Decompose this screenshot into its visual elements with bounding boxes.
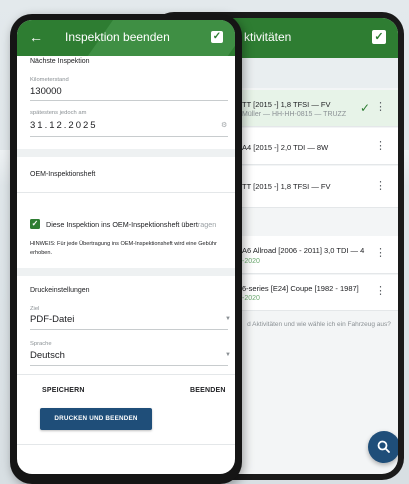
vehicle-subtitle: -2020: [242, 258, 260, 265]
mileage-field[interactable]: 130000: [30, 86, 62, 97]
target-label: Ziel: [30, 306, 40, 312]
oem-checkbox-label[interactable]: Diese Inspektion ins OEM-Inspektionsheft…: [46, 220, 216, 229]
print-and-finish-button[interactable]: DRUCKEN UND BEENDEN: [40, 408, 152, 430]
chevron-down-icon[interactable]: ▼: [225, 316, 231, 322]
check-square-icon[interactable]: ✓: [211, 31, 223, 43]
oem-checkbox[interactable]: ✓: [30, 219, 40, 229]
vehicle-title: A6 Allroad [2006 - 2011] 3,0 TDI — 4: [242, 246, 365, 255]
gear-icon[interactable]: ⚙: [221, 121, 227, 129]
help-link[interactable]: d Aktivitäten und wie wähle ich ein Fahr…: [244, 320, 394, 329]
arrow-left-icon[interactable]: ←: [29, 28, 43, 46]
vehicle-title: TT [2015 -] 1,8 TFSI — FV: [242, 182, 331, 191]
language-underline: [30, 365, 228, 366]
save-button[interactable]: SPEICHERN: [42, 387, 85, 394]
print-settings-heading: Druckeinstellungen: [30, 287, 90, 294]
divider: [17, 374, 235, 375]
language-select[interactable]: Deutsch: [30, 350, 65, 361]
more-vert-icon[interactable]: ⋮: [375, 102, 386, 113]
section-divider: [17, 149, 235, 157]
vehicle-title: TT [2015 -] 1,8 TFSI — FV: [242, 100, 331, 109]
page-title: Inspektion beenden: [65, 30, 170, 44]
vehicle-title: 6-series [E24] Coupe [1982 - 1987]: [242, 284, 359, 293]
next-inspection-heading: Nächste Inspektion: [30, 58, 90, 65]
section-divider: [17, 268, 235, 276]
more-vert-icon[interactable]: ⋮: [375, 248, 386, 259]
date-field[interactable]: 31.12.2025: [30, 120, 98, 131]
mileage-label: Kilometerstand: [30, 77, 69, 83]
mileage-underline: [30, 100, 228, 101]
more-vert-icon[interactable]: ⋮: [375, 181, 386, 192]
app-header: ← Inspektion beenden ✓: [17, 20, 235, 56]
vehicle-subtitle: -2020: [242, 295, 260, 302]
search-fab[interactable]: [368, 431, 398, 463]
divider: [17, 444, 235, 445]
check-square-icon[interactable]: ✓: [372, 30, 386, 44]
front-phone-frame: ← Inspektion beenden ✓ Nächste Inspektio…: [10, 14, 242, 484]
target-select[interactable]: PDF-Datei: [30, 314, 74, 325]
vehicle-subtitle: Müller — HH-HH-0815 — TRUZZ: [242, 111, 347, 118]
oem-checkbox-label-text: Diese Inspektion ins OEM-Inspektionsheft…: [46, 220, 198, 229]
date-underline: [30, 136, 228, 137]
finish-button[interactable]: BEENDEN: [190, 387, 226, 394]
target-underline: [30, 329, 228, 330]
date-label: spätestens jedoch am: [30, 110, 87, 116]
more-vert-icon[interactable]: ⋮: [375, 286, 386, 297]
back-app-title: ktivitäten: [244, 30, 292, 44]
search-icon: [377, 440, 390, 453]
chevron-down-icon[interactable]: ▼: [225, 352, 231, 358]
oem-checkbox-label-fade: ragen: [197, 220, 217, 229]
vehicle-title: A4 [2015 -] 2,0 TDI — 8W: [242, 143, 329, 152]
hint-text: HINWEIS: Für jede Übertragung ins OEM-In…: [30, 241, 217, 256]
divider: [17, 192, 235, 193]
check-icon: ✓: [359, 101, 370, 115]
oem-heading: OEM-Inspektionsheft: [30, 171, 96, 178]
language-label: Sprache: [30, 341, 52, 347]
more-vert-icon[interactable]: ⋮: [375, 141, 386, 152]
front-phone-screen: ← Inspektion beenden ✓ Nächste Inspektio…: [17, 20, 235, 474]
